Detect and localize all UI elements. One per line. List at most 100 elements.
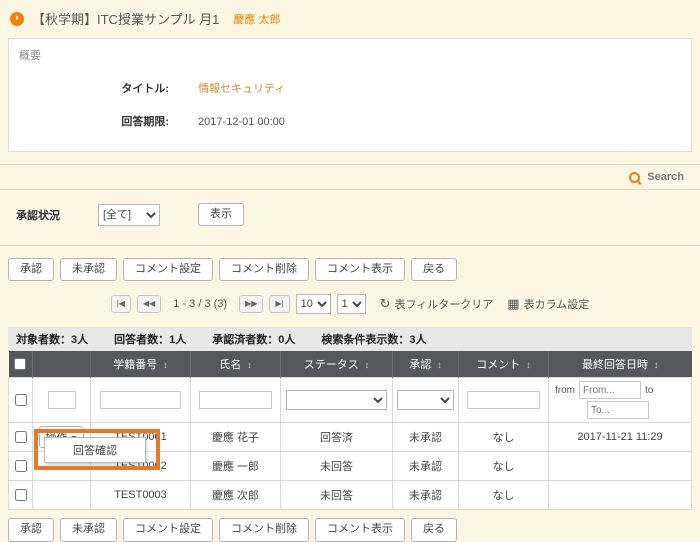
first-page-button[interactable]: |◀ <box>111 295 131 313</box>
search-toggle[interactable]: Search <box>0 165 700 190</box>
table-column-settings-button[interactable]: ▦ 表カラム設定 <box>507 296 589 312</box>
overview-panel-label: 概要 <box>19 47 681 63</box>
cell-status: 回答済 <box>281 423 393 452</box>
cell-last-answer <box>549 452 692 481</box>
orange-arrow-icon: › <box>10 12 24 26</box>
table-filter-clear-button[interactable]: ↻ 表フィルタークリア <box>380 296 494 312</box>
refresh-icon: ↻ <box>380 296 391 312</box>
back-button-top[interactable]: 戻る <box>411 258 457 281</box>
page-number-select[interactable]: 1 <box>337 294 366 314</box>
select-all-checkbox[interactable] <box>14 358 26 370</box>
row-op-cell <box>33 481 91 510</box>
page-title: 【秋学期】ITC授業サンプル 月1 <box>32 9 219 28</box>
answer-confirm-menu-item[interactable]: 回答確認 <box>45 438 145 462</box>
sort-icon: ↕ <box>163 360 168 370</box>
filter-row-checkbox[interactable] <box>15 394 27 406</box>
sort-icon: ↕ <box>437 360 442 370</box>
column-name[interactable]: 氏名↕ <box>191 351 281 378</box>
table-header-row: 学籍番号↕ 氏名↕ ステータス↕ 承認↕ コメント↕ 最終回答日時↕ <box>9 351 692 378</box>
approval-status-select[interactable]: [全て] <box>98 204 160 226</box>
comment-delete-button-bottom[interactable]: コメント削除 <box>219 518 309 541</box>
deadline-value: 2017-12-01 00:00 <box>198 116 285 128</box>
column-status[interactable]: ステータス↕ <box>281 351 393 378</box>
sort-icon: ↕ <box>365 360 370 370</box>
comment-set-button-bottom[interactable]: コメント設定 <box>123 518 213 541</box>
last-page-button[interactable]: ▶| <box>269 295 289 313</box>
results-table-wrap: 学籍番号↕ 氏名↕ ステータス↕ 承認↕ コメント↕ 最終回答日時↕ from … <box>8 351 692 510</box>
date-from-input[interactable] <box>579 381 641 399</box>
column-student-id[interactable]: 学籍番号↕ <box>91 351 191 378</box>
user-link[interactable]: 慶應 太郎 <box>233 11 280 27</box>
grid-icon: ▦ <box>507 296 519 312</box>
title-value: 情報セキュリティ <box>198 83 285 95</box>
filter-comment-cell <box>459 378 549 423</box>
operation-column-header <box>33 351 91 378</box>
respondent-count: 回答者数：1人 <box>114 331 186 347</box>
filter-op-cell <box>33 378 91 423</box>
cell-status: 未回答 <box>281 452 393 481</box>
page-size-select[interactable]: 10 <box>296 294 331 314</box>
cell-last-answer <box>549 481 692 510</box>
cell-comment: なし <box>459 423 549 452</box>
row-check-cell <box>9 481 33 510</box>
approval-status-label: 承認状況 <box>16 207 60 223</box>
sort-icon: ↕ <box>654 360 659 370</box>
results-table: 学籍番号↕ 氏名↕ ステータス↕ 承認↕ コメント↕ 最終回答日時↕ from … <box>8 351 692 510</box>
unapprove-button-top[interactable]: 未承認 <box>60 258 117 281</box>
row-checkbox[interactable] <box>15 489 27 501</box>
cell-approval: 未承認 <box>393 481 459 510</box>
show-button[interactable]: 表示 <box>198 203 244 226</box>
unapprove-button-bottom[interactable]: 未承認 <box>60 518 117 541</box>
comment-show-button-top[interactable]: コメント表示 <box>315 258 405 281</box>
search-label: Search <box>647 171 684 183</box>
approve-button-top[interactable]: 承認 <box>8 258 54 281</box>
cell-approval: 未承認 <box>393 452 459 481</box>
filter-check-cell <box>9 378 33 423</box>
page-header: › 【秋学期】ITC授業サンプル 月1 慶應 太郎 <box>0 0 700 34</box>
filter-row: from to <box>9 378 692 423</box>
approved-count: 承認済者数：0人 <box>212 331 295 347</box>
sort-icon: ↕ <box>526 360 531 370</box>
cell-name: 慶應 花子 <box>191 423 281 452</box>
sort-icon: ↕ <box>247 360 252 370</box>
cell-approval: 未承認 <box>393 423 459 452</box>
name-filter-input[interactable] <box>199 391 271 409</box>
page-range-text: 1 - 3 / 3 (3) <box>173 298 227 310</box>
approval-filter-select[interactable] <box>397 390 455 410</box>
title-label: タイトル: <box>19 80 169 96</box>
comment-set-button-top[interactable]: コメント設定 <box>123 258 213 281</box>
approve-button-bottom[interactable]: 承認 <box>8 518 54 541</box>
row-check-cell <box>9 423 33 452</box>
table-row: TEST0003 慶應 次郎 未回答 未承認 なし <box>9 481 692 510</box>
comment-filter-input[interactable] <box>467 391 539 409</box>
row-checkbox[interactable] <box>15 431 27 443</box>
date-to-input[interactable] <box>587 401 649 419</box>
comment-delete-button-top[interactable]: コメント削除 <box>219 258 309 281</box>
row-checkbox[interactable] <box>15 460 27 472</box>
cell-status: 未回答 <box>281 481 393 510</box>
filter-op-box <box>48 391 76 409</box>
cell-comment: なし <box>459 452 549 481</box>
target-count: 対象者数：3人 <box>16 331 88 347</box>
filter-approval-cell <box>393 378 459 423</box>
from-label: from <box>555 385 575 396</box>
back-button-bottom[interactable]: 戻る <box>411 518 457 541</box>
summary-bar: 対象者数：3人 回答者数：1人 承認済者数：0人 検索条件表示数：3人 <box>8 327 692 351</box>
cell-name: 慶應 次郎 <box>191 481 281 510</box>
cell-last-answer: 2017-11-21 11:29 <box>549 423 692 452</box>
filter-date-cell: from to <box>549 378 692 423</box>
column-comment[interactable]: コメント↕ <box>459 351 549 378</box>
column-approval[interactable]: 承認↕ <box>393 351 459 378</box>
student-id-filter-input[interactable] <box>100 391 181 409</box>
prev-page-button[interactable]: ◀◀ <box>137 295 161 313</box>
comment-show-button-bottom[interactable]: コメント表示 <box>315 518 405 541</box>
cell-student-id: TEST0003 <box>91 481 191 510</box>
overview-panel: 概要 タイトル: 情報セキュリティ 回答期限: 2017-12-01 00:00 <box>8 38 692 152</box>
row-check-cell <box>9 452 33 481</box>
filter-name-cell <box>191 378 281 423</box>
column-last-answer[interactable]: 最終回答日時↕ <box>549 351 692 378</box>
next-page-button[interactable]: ▶▶ <box>239 295 263 313</box>
table-filter-clear-label: 表フィルタークリア <box>395 296 494 312</box>
approval-filter-row: 承認状況 [全て] 表示 <box>0 190 700 245</box>
status-filter-select[interactable] <box>286 390 388 410</box>
